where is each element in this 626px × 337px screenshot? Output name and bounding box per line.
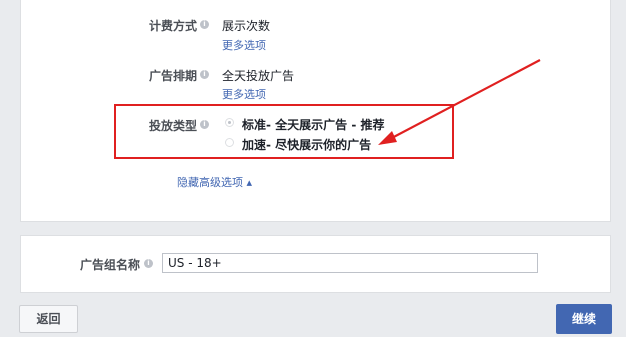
info-icon[interactable]: i [200,20,209,29]
billing-value: 展示次数 [222,19,271,33]
back-button[interactable]: 返回 [19,305,78,333]
schedule-label: 广告排期 [149,69,198,83]
schedule-more-options-link[interactable]: 更多选项 [222,86,266,102]
ad-set-editor: 计费方式 i 展示次数 更多选项 广告排期 i 全天投放广告 更多选项 投放类型… [0,0,626,337]
info-icon[interactable]: i [200,70,209,79]
schedule-value: 全天投放广告 [222,69,295,83]
ad-set-name-label: 广告组名称 [80,258,141,272]
billing-more-options-link[interactable]: 更多选项 [222,37,266,53]
annotation-highlight-box [114,104,454,159]
hide-advanced-options-link[interactable]: 隐藏高级选项 ▴ [177,174,252,190]
ad-set-name-input[interactable] [162,253,538,273]
info-icon[interactable]: i [144,259,153,268]
billing-label: 计费方式 [149,19,198,33]
continue-button[interactable]: 继续 [556,304,612,334]
